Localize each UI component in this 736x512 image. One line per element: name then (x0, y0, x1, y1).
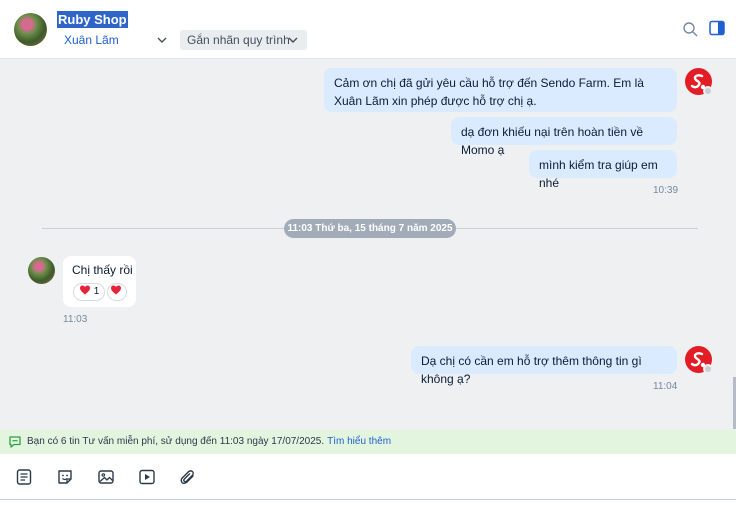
message-text: Dạ chị có cần em hỗ trợ thêm thông tin g… (421, 354, 642, 386)
process-tag-dropdown[interactable]: Gắn nhãn quy trình (180, 30, 307, 50)
assignee-select[interactable]: Xuân Lãm (57, 30, 174, 50)
attachment-icon (180, 470, 194, 484)
video-icon (139, 469, 155, 485)
image-icon (98, 470, 114, 484)
add-reaction-button[interactable] (107, 283, 127, 301)
message-bubble[interactable]: Dạ chị có cần em hỗ trợ thêm thông tin g… (411, 346, 677, 386)
reaction-count: 1 (93, 286, 100, 297)
assignee-label: Xuân Lãm (64, 33, 119, 47)
image-button[interactable] (97, 468, 115, 486)
message-list[interactable]: Cảm ơn chị đã gửi yêu cầu hỗ trợ đến Sen… (0, 59, 736, 430)
video-button[interactable] (138, 468, 156, 486)
heart-icon (111, 285, 121, 295)
reaction-heart[interactable]: 1 (73, 283, 105, 301)
message-time: 11:04 (653, 381, 678, 392)
message-time: 10:39 (653, 185, 679, 196)
notice-text: Bạn có 6 tin Tư vấn miễn phí, sử dụng đế… (27, 436, 325, 447)
search-icon[interactable] (682, 21, 698, 37)
message-time: 11:03 (63, 314, 88, 325)
message-bubble[interactable]: mình kiểm tra giúp em nhé (529, 150, 677, 190)
heart-icon (80, 285, 90, 295)
shop-name[interactable]: Ruby Shop (57, 11, 128, 28)
chevron-down-icon (288, 37, 298, 43)
process-tag-label: Gắn nhãn quy trình (187, 33, 290, 47)
status-dot (703, 364, 713, 374)
customer-avatar[interactable] (14, 13, 47, 46)
message-text: Cảm ơn chị đã gửi yêu cầu hỗ trợ đến Sen… (334, 76, 644, 108)
agent-avatar (685, 68, 713, 96)
sticker-icon (58, 470, 72, 484)
message-bubble[interactable]: dạ đơn khiếu nại trên hoàn tiền về Momo … (451, 117, 677, 157)
message-bubble[interactable]: Cảm ơn chị đã gửi yêu cầu hỗ trợ đến Sen… (324, 68, 677, 112)
quick-message-icon (16, 469, 32, 485)
status-dot (703, 86, 713, 96)
message-text: mình kiểm tra giúp em nhé (539, 158, 658, 190)
attachment-button[interactable] (179, 468, 197, 486)
date-divider: 11:03 Thứ ba, 15 tháng 7 năm 2025 (284, 219, 456, 238)
chat-bubble-icon (9, 436, 21, 448)
customer-avatar[interactable] (28, 257, 55, 284)
composer-toolbar (0, 454, 736, 500)
free-consult-notice: Bạn có 6 tin Tư vấn miễn phí, sử dụng đế… (0, 430, 736, 454)
agent-avatar (685, 346, 713, 374)
quick-message-button[interactable] (15, 468, 33, 486)
message-text: Chị thấy rồi (72, 263, 133, 277)
sticker-button[interactable] (56, 468, 74, 486)
side-panel-icon[interactable] (709, 20, 725, 36)
chat-header: Ruby Shop Xuân Lãm Gắn nhãn quy trình (0, 0, 736, 59)
chevron-down-icon (157, 37, 167, 43)
learn-more-link[interactable]: Tìm hiểu thêm (327, 436, 391, 447)
message-bubble[interactable]: Chị thấy rồi 1 (63, 256, 136, 307)
